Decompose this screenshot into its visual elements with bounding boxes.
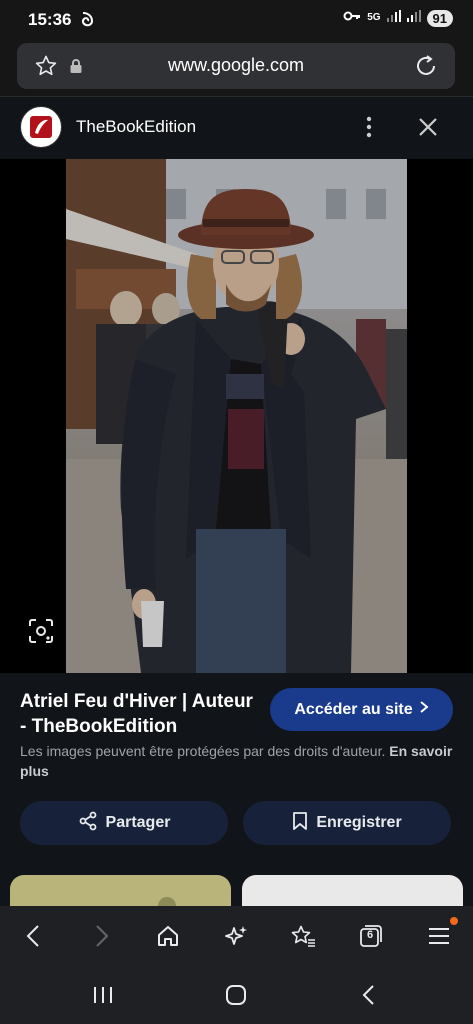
tab-count: 6 (367, 929, 374, 941)
tabs-icon[interactable]: 6 (355, 920, 387, 952)
recent-apps-icon[interactable] (88, 980, 118, 1010)
share-icon (78, 811, 98, 836)
result-title[interactable]: Atriel Feu d'Hiver | Auteur - TheBookEdi… (20, 689, 260, 739)
browser-toolbar: 6 (0, 906, 473, 966)
image-background-left (0, 159, 66, 673)
copyright-note: Les images peuvent être protégées par de… (20, 741, 460, 781)
network-label: 5G (367, 12, 381, 23)
site-name: TheBookEdition (76, 117, 197, 136)
url-bar[interactable]: www.google.com (17, 43, 455, 89)
home-nav-icon[interactable] (221, 980, 251, 1010)
site-logo (20, 106, 62, 148)
visit-site-label: Accéder au site (294, 700, 413, 718)
share-label: Partager (105, 814, 171, 831)
home-icon[interactable] (152, 920, 184, 952)
signal-icon-2 (406, 9, 421, 27)
bookmarks-icon[interactable] (287, 920, 319, 952)
more-vert-icon[interactable] (356, 114, 382, 145)
result-info-panel: Atriel Feu d'Hiver | Auteur - TheBookEdi… (0, 673, 473, 907)
visit-site-button[interactable]: Accéder au site (270, 688, 453, 731)
close-icon[interactable] (415, 114, 441, 145)
result-header: TheBookEdition (0, 97, 473, 159)
url-text[interactable]: www.google.com (17, 55, 455, 76)
save-button[interactable]: Enregistrer (243, 801, 451, 845)
back-icon[interactable] (17, 920, 49, 952)
save-label: Enregistrer (316, 814, 402, 831)
reload-icon[interactable] (413, 53, 439, 84)
notification-icon (80, 11, 94, 32)
back-nav-icon[interactable] (354, 980, 384, 1010)
system-nav-bar (0, 966, 473, 1024)
notification-dot (450, 917, 458, 925)
sparkle-icon[interactable] (220, 920, 252, 952)
forward-icon[interactable] (86, 920, 118, 952)
menu-icon[interactable] (423, 917, 458, 952)
battery-indicator: 91 (426, 9, 453, 27)
status-bar: 15:36 5G 91 (0, 0, 473, 40)
result-image[interactable] (66, 159, 407, 673)
chevron-right-icon (419, 700, 429, 719)
lens-icon[interactable] (27, 617, 55, 645)
status-icons: 5G 91 (343, 9, 453, 27)
bookmark-icon (292, 811, 308, 836)
key-icon (343, 9, 361, 27)
signal-icon (386, 9, 401, 27)
status-time: 15:36 (28, 10, 72, 29)
share-button[interactable]: Partager (20, 801, 228, 845)
copyright-text: Les images peuvent être protégées par de… (20, 743, 386, 759)
image-background-right (407, 159, 473, 673)
